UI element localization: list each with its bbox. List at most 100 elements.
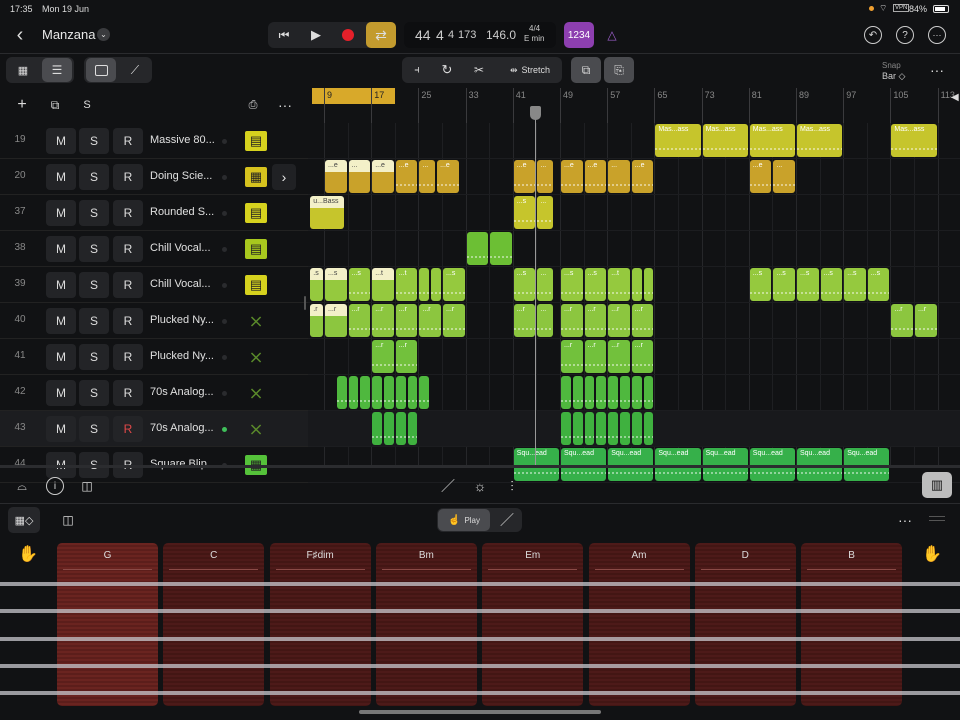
mixer-icon[interactable]: ⫶ bbox=[503, 477, 521, 495]
region[interactable] bbox=[643, 376, 654, 409]
paste-icon[interactable]: ⎘ bbox=[604, 57, 634, 83]
region[interactable] bbox=[384, 412, 394, 445]
mute-button[interactable]: M bbox=[46, 164, 76, 190]
mute-button[interactable]: M bbox=[46, 416, 76, 442]
record-button[interactable]: R bbox=[113, 344, 143, 370]
record-button[interactable]: R bbox=[113, 128, 143, 154]
track-name[interactable]: Plucked Ny... bbox=[150, 314, 214, 326]
track-lane[interactable]: ...e... ...e ...e... ...e ...e... ...e ...e...… bbox=[308, 159, 960, 195]
track-lane[interactable]: .r ...r ...r ...r ...r ...r ...r ...r... ...r...… bbox=[308, 303, 960, 339]
region[interactable]: ...r bbox=[584, 340, 607, 373]
undo-icon[interactable]: ↶ bbox=[864, 26, 882, 44]
region[interactable] bbox=[407, 412, 418, 445]
region[interactable] bbox=[596, 412, 607, 445]
region[interactable] bbox=[608, 376, 618, 409]
toolbar-more-icon[interactable]: ··· bbox=[927, 58, 947, 82]
left-hand-mute-icon[interactable]: ✋ bbox=[16, 543, 40, 565]
region[interactable] bbox=[360, 376, 371, 409]
track-lane[interactable] bbox=[308, 411, 960, 447]
track-header-more-icon[interactable]: ··· bbox=[276, 96, 294, 114]
track-lane[interactable]: .s ...s ...s ...t ...t ...s ...s... ...s ...s...… bbox=[308, 267, 960, 303]
region[interactable] bbox=[608, 412, 618, 445]
lcd-display[interactable]: 44 4 4 173 146.0 4/4 E min bbox=[404, 22, 556, 48]
region[interactable]: Mas...ass bbox=[797, 124, 843, 157]
chord-strip[interactable]: Am bbox=[588, 543, 690, 706]
region[interactable]: ...r bbox=[395, 304, 418, 337]
region[interactable] bbox=[631, 268, 642, 301]
track-header-row[interactable]: 19 M S R Massive 80... ▤ bbox=[0, 123, 308, 159]
split-at-playhead-icon[interactable]: ⫞ bbox=[404, 58, 430, 82]
region[interactable]: ...s bbox=[867, 268, 890, 301]
metronome-icon[interactable]: △ bbox=[602, 24, 622, 46]
track-header-row[interactable]: 40 M S R Plucked Ny... ⨯ bbox=[0, 303, 308, 339]
region[interactable] bbox=[596, 376, 607, 409]
region[interactable] bbox=[643, 412, 654, 445]
edit-mode-pencil-icon[interactable]: ／ bbox=[496, 509, 518, 531]
instrument-layout-button[interactable]: ▦◇ bbox=[8, 507, 40, 533]
playhead-handle[interactable] bbox=[530, 106, 542, 120]
chord-strip[interactable]: Bm bbox=[375, 543, 477, 706]
right-hand-mute-icon[interactable]: ✋ bbox=[920, 543, 944, 565]
region[interactable]: ...r bbox=[561, 304, 583, 337]
import-icon[interactable]: ⎙ bbox=[244, 96, 262, 114]
split-divider[interactable] bbox=[0, 465, 960, 468]
region[interactable]: ...s bbox=[584, 268, 607, 301]
keyboard-stand-icon[interactable]: ⨯ bbox=[245, 419, 267, 439]
plugins-icon[interactable]: ☼ bbox=[471, 477, 489, 495]
region[interactable]: ... bbox=[537, 196, 554, 229]
region[interactable]: ... bbox=[537, 268, 554, 301]
track-header-row[interactable]: 38 M S R Chill Vocal... ▤ bbox=[0, 231, 308, 267]
browser-icon[interactable]: ◫ bbox=[78, 477, 96, 495]
region[interactable] bbox=[419, 376, 430, 409]
chord-strip[interactable]: F♯dim bbox=[269, 543, 371, 706]
region[interactable]: u...Bass bbox=[310, 196, 344, 229]
solo-button[interactable]: S bbox=[79, 416, 109, 442]
synth-yellow-icon[interactable]: ▤ bbox=[245, 203, 267, 223]
region[interactable]: ...r bbox=[891, 304, 913, 337]
mute-button[interactable]: M bbox=[46, 236, 76, 262]
region[interactable] bbox=[572, 412, 583, 445]
cycle-toggle-button[interactable]: ⇄ bbox=[366, 22, 396, 48]
solo-button[interactable]: S bbox=[79, 380, 109, 406]
duplicate-track-icon[interactable]: ⧉ bbox=[46, 96, 64, 114]
region[interactable]: ...r bbox=[561, 340, 583, 373]
region[interactable] bbox=[584, 412, 595, 445]
region[interactable]: ...e bbox=[372, 160, 394, 193]
region[interactable]: ...t bbox=[608, 268, 630, 301]
region[interactable]: ...t bbox=[372, 268, 394, 301]
track-name[interactable]: 70s Analog... bbox=[150, 422, 214, 434]
guitar-string[interactable] bbox=[0, 636, 960, 641]
region[interactable]: ...r bbox=[395, 340, 418, 373]
mute-button[interactable]: M bbox=[46, 128, 76, 154]
keyboard-toggle-icon[interactable]: ▥ bbox=[922, 472, 952, 498]
region[interactable]: Mas...ass bbox=[655, 124, 701, 157]
region[interactable]: ...r bbox=[348, 304, 371, 337]
region[interactable]: ...s bbox=[797, 268, 819, 301]
region[interactable] bbox=[336, 376, 347, 409]
library-icon[interactable]: ⌓ bbox=[13, 477, 31, 495]
record-button[interactable]: R bbox=[113, 200, 143, 226]
mute-button[interactable]: M bbox=[46, 344, 76, 370]
region[interactable]: ...s bbox=[513, 268, 536, 301]
chord-strip[interactable]: D bbox=[694, 543, 796, 706]
region[interactable] bbox=[395, 376, 406, 409]
region[interactable] bbox=[419, 268, 430, 301]
region[interactable]: ...r bbox=[631, 304, 654, 337]
region[interactable]: ...s bbox=[561, 268, 583, 301]
keyboard-stand-icon[interactable]: ⨯ bbox=[245, 347, 267, 367]
region[interactable] bbox=[631, 376, 642, 409]
guitar-string[interactable] bbox=[0, 691, 960, 696]
region[interactable]: ...r bbox=[608, 304, 630, 337]
region[interactable] bbox=[631, 412, 642, 445]
track-header-row[interactable]: 20 M S R Doing Scie... ▦ › bbox=[0, 159, 308, 195]
snap-value-dropdown[interactable]: Bar ◇ bbox=[882, 71, 905, 82]
region[interactable]: ...e bbox=[513, 160, 536, 193]
copy-icon[interactable]: ⧉ bbox=[571, 57, 601, 83]
region[interactable]: ...e bbox=[749, 160, 772, 193]
track-name[interactable]: Massive 80... bbox=[150, 134, 215, 146]
info-icon[interactable]: i bbox=[46, 477, 64, 495]
region[interactable]: Mas...ass bbox=[702, 124, 748, 157]
track-name[interactable]: Chill Vocal... bbox=[150, 278, 211, 290]
chord-more-icon[interactable]: ··· bbox=[895, 510, 915, 530]
track-header-row[interactable]: 41 M S R Plucked Ny... ⨯ bbox=[0, 339, 308, 375]
